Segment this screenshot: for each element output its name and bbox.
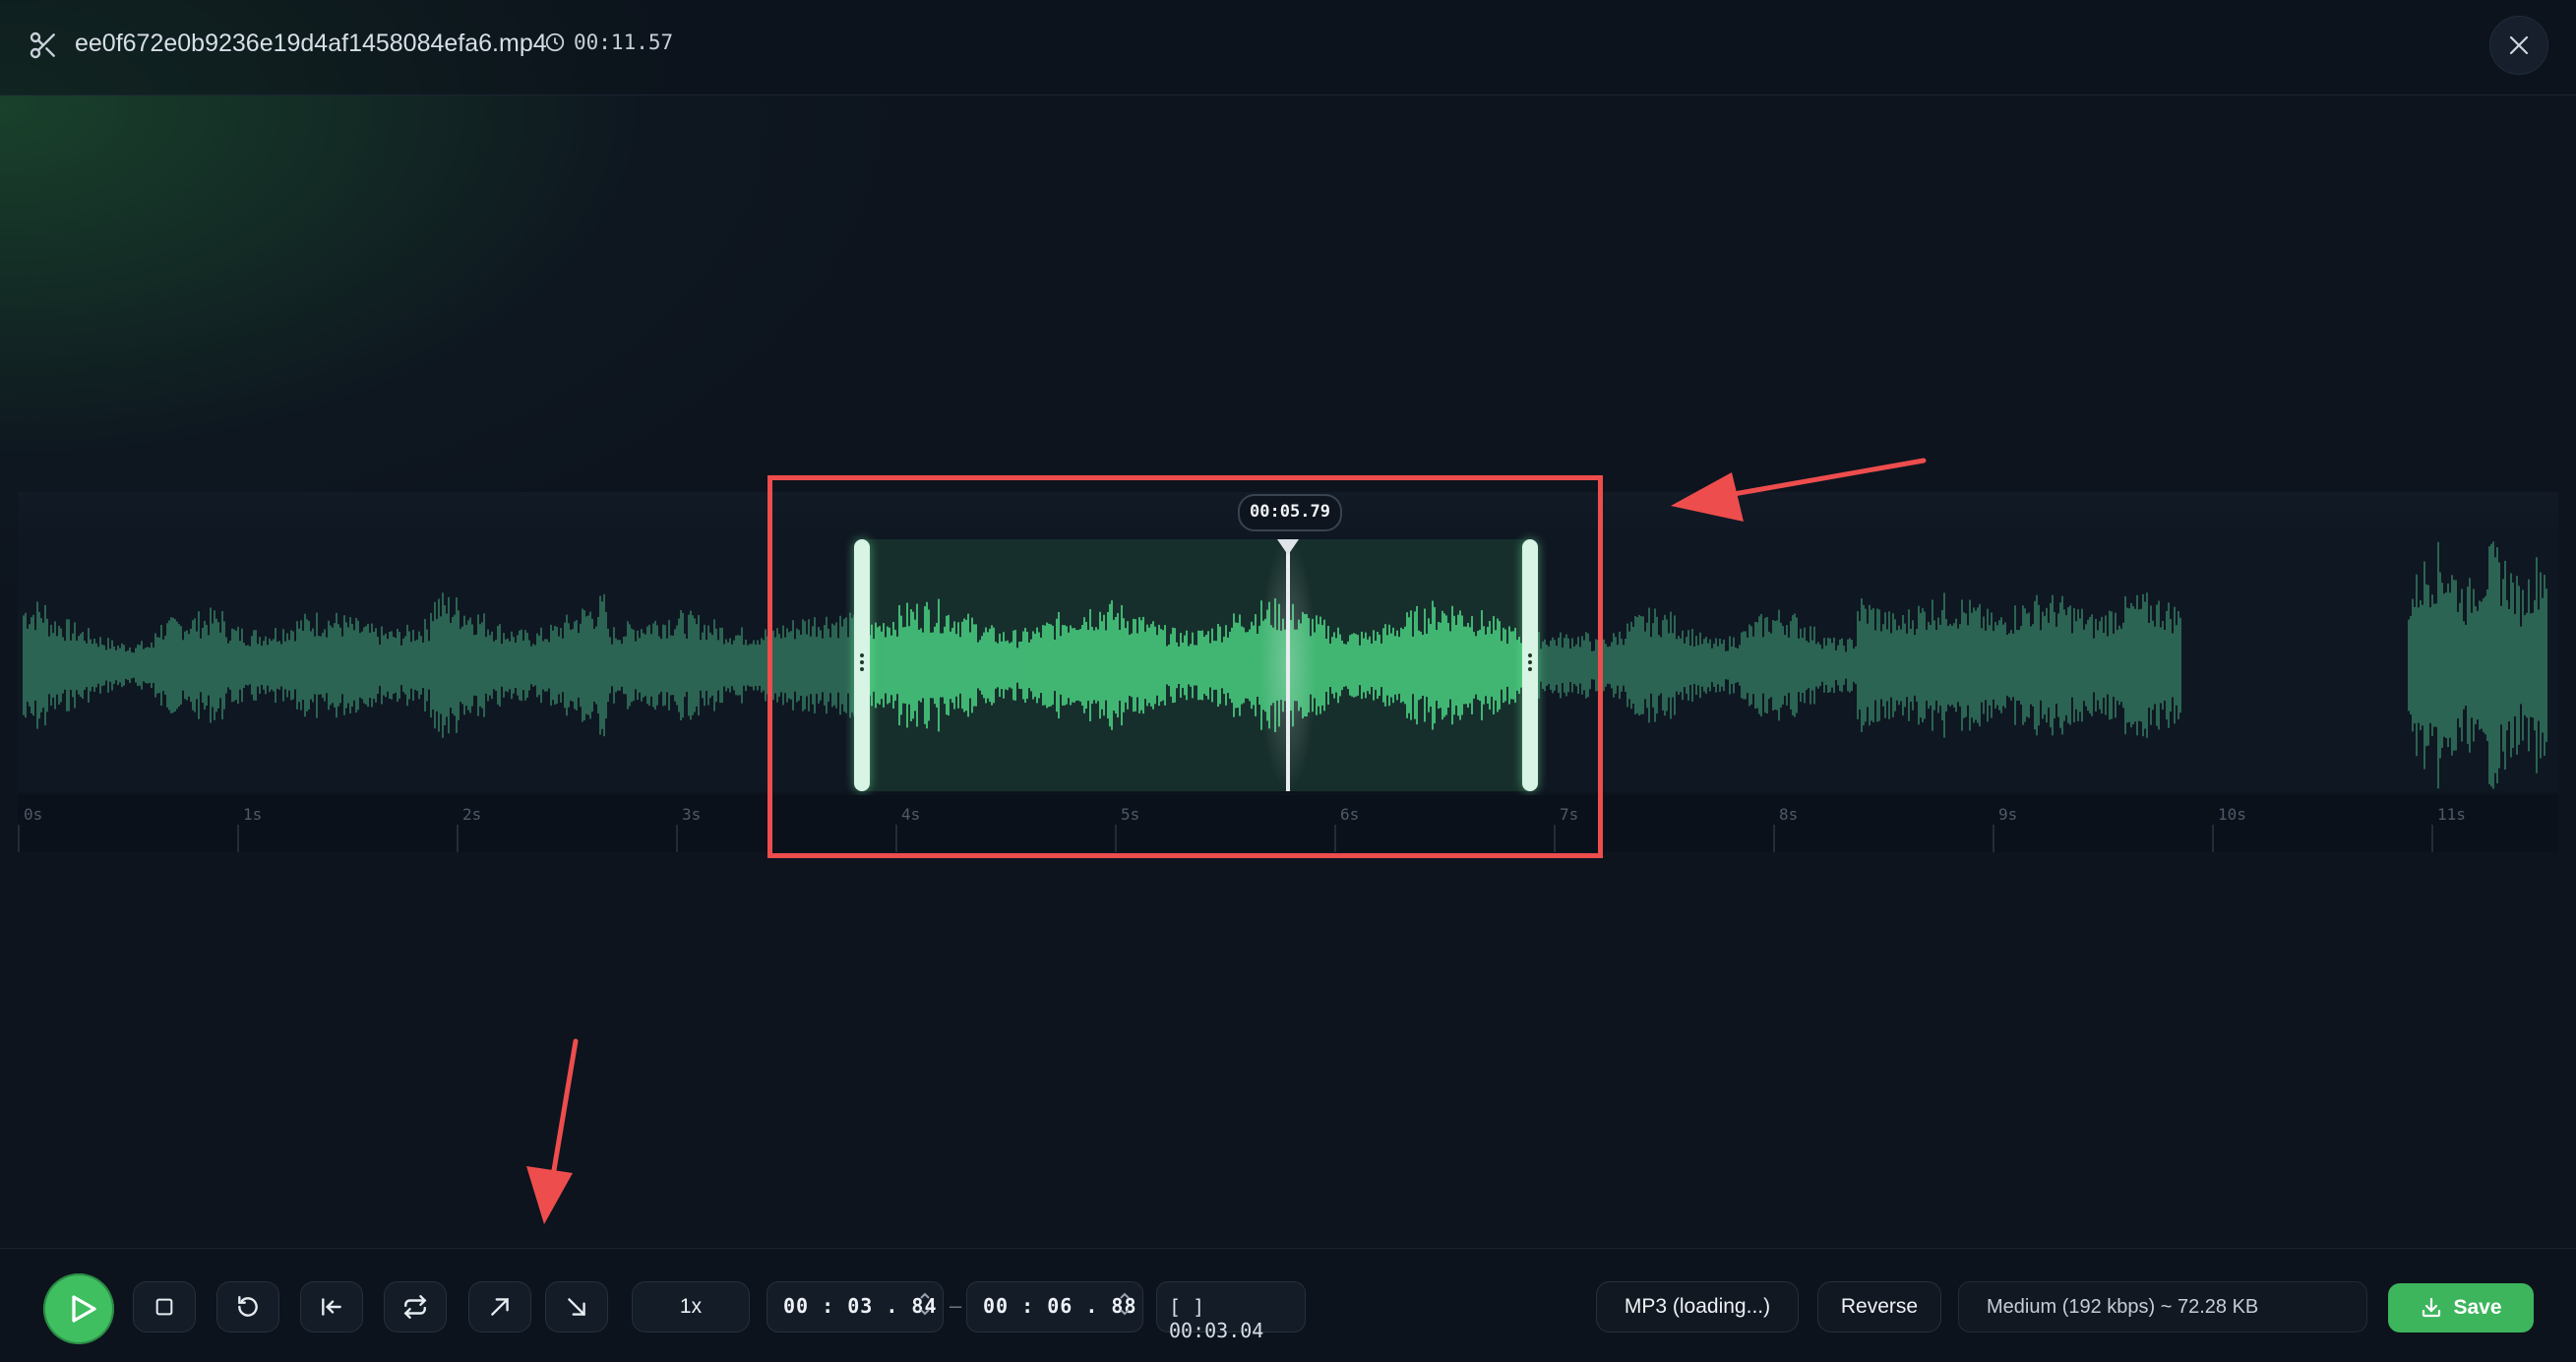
end-time-input[interactable]: 00 : 06 . 88 xyxy=(966,1281,1143,1332)
speed-selector[interactable]: 1x xyxy=(632,1281,750,1332)
fade-in-icon xyxy=(491,1298,509,1316)
header-bar: ee0f672e0b9236e19d4af1458084efa6.mp4 00:… xyxy=(0,0,2576,95)
start-time-stepper[interactable] xyxy=(917,1288,933,1326)
selection-length-value: [ ] 00:03.04 xyxy=(1169,1295,1264,1342)
ruler-tick-line xyxy=(676,825,678,852)
ruler-tick-line xyxy=(1993,825,1994,852)
ruler-tick-label: 9s xyxy=(1998,805,2018,824)
ruler-tick-line xyxy=(1773,825,1775,852)
ruler-tick-label: 2s xyxy=(462,805,482,824)
stop-button[interactable] xyxy=(133,1281,196,1332)
annotation-box-selection xyxy=(767,475,1603,858)
restart-button[interactable] xyxy=(216,1281,279,1332)
close-icon xyxy=(2509,35,2529,55)
close-button[interactable] xyxy=(2489,16,2548,75)
chevron-down-icon xyxy=(920,1309,930,1316)
save-label: Save xyxy=(2453,1296,2502,1319)
chevron-up-icon xyxy=(1120,1292,1130,1299)
fade-in-button[interactable] xyxy=(468,1281,531,1332)
start-time-value: 00 : 03 . 84 xyxy=(783,1294,938,1318)
ruler-tick-line xyxy=(18,825,20,852)
ruler-tick-line xyxy=(457,825,459,852)
audio-trimmer-window: ee0f672e0b9236e19d4af1458084efa6.mp4 00:… xyxy=(0,0,2576,1362)
duration-text: 00:11.57 xyxy=(574,31,674,54)
loop-button[interactable] xyxy=(384,1281,447,1332)
clock-icon xyxy=(545,32,565,52)
play-icon xyxy=(72,1295,96,1323)
skip-to-start-icon xyxy=(322,1298,341,1316)
quality-selector[interactable]: Medium (192 kbps) ~ 72.28 KB xyxy=(1958,1281,2367,1332)
stop-icon xyxy=(155,1298,173,1316)
end-time-stepper[interactable] xyxy=(1117,1288,1133,1326)
ruler-tick-label: 11s xyxy=(2437,805,2466,824)
ruler-tick-line xyxy=(2212,825,2214,852)
reverse-button[interactable]: Reverse xyxy=(1817,1281,1941,1332)
arrow-head-down xyxy=(526,1166,573,1224)
chevron-down-icon xyxy=(1120,1309,1130,1316)
start-time-input[interactable]: 00 : 03 . 84 xyxy=(767,1281,944,1332)
duration-display: 00:11.57 xyxy=(544,31,673,54)
fade-out-icon xyxy=(568,1298,585,1316)
download-icon xyxy=(2423,1297,2441,1318)
restart-icon xyxy=(238,1296,258,1317)
ruler-tick-line xyxy=(2431,825,2433,852)
ruler-tick-label: 3s xyxy=(682,805,702,824)
scissors-icon xyxy=(30,31,55,59)
fade-out-button[interactable] xyxy=(545,1281,608,1332)
format-selector[interactable]: MP3 (loading...) xyxy=(1596,1281,1799,1332)
ruler-tick-label: 0s xyxy=(24,805,43,824)
ruler-tick-label: 10s xyxy=(2218,805,2246,824)
file-name: ee0f672e0b9236e19d4af1458084efa6.mp4 xyxy=(75,30,547,57)
end-time-value: 00 : 06 . 88 xyxy=(983,1294,1137,1318)
loop-icon xyxy=(403,1294,427,1320)
ruler-tick-label: 8s xyxy=(1779,805,1799,824)
ruler-tick-label: 1s xyxy=(243,805,263,824)
skip-to-start-button[interactable] xyxy=(300,1281,363,1332)
selection-length-display: [ ] 00:03.04 xyxy=(1156,1281,1306,1342)
ruler-tick-line xyxy=(237,825,239,852)
time-range-separator: – xyxy=(950,1293,962,1318)
chevron-up-icon xyxy=(920,1292,930,1299)
play-button[interactable] xyxy=(43,1273,114,1344)
save-button[interactable]: Save xyxy=(2388,1283,2534,1332)
